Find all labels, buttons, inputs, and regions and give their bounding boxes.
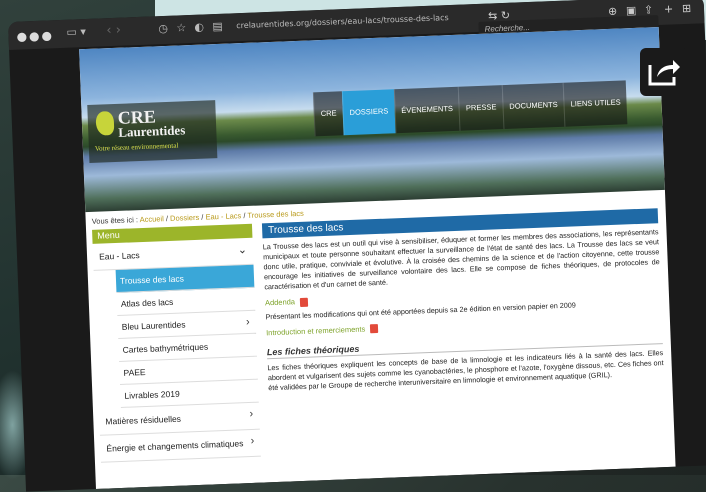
share-icon[interactable] (640, 48, 688, 96)
nav-evenements[interactable]: ÉVENEMENTS (393, 86, 460, 134)
history-icon[interactable]: ◷ (158, 22, 168, 35)
nav-presse[interactable]: PRESSE (458, 85, 504, 131)
logo-line2: Laurentides (118, 122, 186, 140)
main-nav: CRE DOSSIERS ÉVENEMENTS PRESSE DOCUMENTS… (312, 80, 628, 137)
breadcrumb-dossiers[interactable]: Dossiers (170, 213, 200, 223)
pdf-icon (299, 297, 309, 307)
nav-cre[interactable]: CRE (312, 91, 344, 137)
chevron-right-icon: › (250, 434, 255, 447)
bookmark-star-icon[interactable]: ☆ (176, 21, 186, 34)
browser-window-stage: ●●● ▭ ▾ ‹ › ◷ ☆ ◐ ▤ crelaurentides.org/d… (8, 0, 706, 492)
browser-window: ●●● ▭ ▾ ‹ › ◷ ☆ ◐ ▤ crelaurentides.org/d… (8, 0, 706, 492)
web-page: CRE Laurentides Votre réseau environneme… (79, 27, 676, 489)
breadcrumb-prefix: Vous êtes ici : (91, 215, 139, 226)
chevron-right-icon: › (245, 315, 250, 329)
menu-item-bleu-label: Bleu Laurentides (121, 319, 186, 332)
site-logo[interactable]: CRE Laurentides Votre réseau environneme… (87, 100, 218, 163)
chevron-right-icon: › (249, 407, 254, 421)
menu-section-matieres-label: Matières résiduelles (105, 413, 182, 427)
new-tab-icon[interactable]: + (664, 2, 674, 15)
address-bar[interactable]: crelaurentides.org/dossiers/eau-lacs/tro… (236, 13, 449, 30)
window-controls-icon[interactable]: ●●● (16, 28, 54, 43)
intro-link-label: Introduction et remerciements (265, 324, 366, 337)
breadcrumb-current: Trousse des lacs (247, 208, 304, 220)
main-content: Trousse des lacs La Trousse des lacs est… (261, 208, 664, 397)
breadcrumb-eau-lacs[interactable]: Eau - Lacs (205, 211, 241, 221)
nav-dossiers[interactable]: DOSSIERS (341, 89, 396, 136)
addenda-label: Addenda (264, 297, 296, 308)
shield-icon[interactable]: ◐ (194, 20, 204, 33)
logo-tagline: Votre réseau environnemental (94, 141, 179, 153)
reader-icon[interactable]: ▤ (212, 20, 223, 33)
back-forward-icon[interactable]: ‹ › (106, 23, 121, 39)
sidebar-toggle-icon[interactable]: ▭ ▾ (66, 25, 86, 39)
menu-section-label: Eau - Lacs (98, 250, 140, 262)
side-menu: Menu Eau - Lacs ⌄ Trousse des lacs Atlas… (92, 223, 261, 463)
breadcrumb-accueil[interactable]: Accueil (139, 214, 164, 224)
menu-section-energie-label: Énergie et changements climatiques (106, 438, 244, 454)
nav-documents[interactable]: DOCUMENTS (501, 82, 565, 130)
chevron-down-icon: ⌄ (237, 244, 248, 257)
logo-leaf-icon (95, 111, 115, 136)
header-banner: CRE Laurentides Votre réseau environneme… (79, 27, 665, 213)
nav-liens-utiles[interactable]: LIENS UTILES (562, 80, 628, 127)
pdf-icon (370, 324, 379, 334)
menu-section-energie[interactable]: Énergie et changements climatiques › (99, 429, 261, 463)
intro-paragraph: La Trousse des lacs est un outil qui vis… (262, 227, 660, 292)
tabs-overview-icon[interactable]: ⊞ (682, 2, 692, 15)
